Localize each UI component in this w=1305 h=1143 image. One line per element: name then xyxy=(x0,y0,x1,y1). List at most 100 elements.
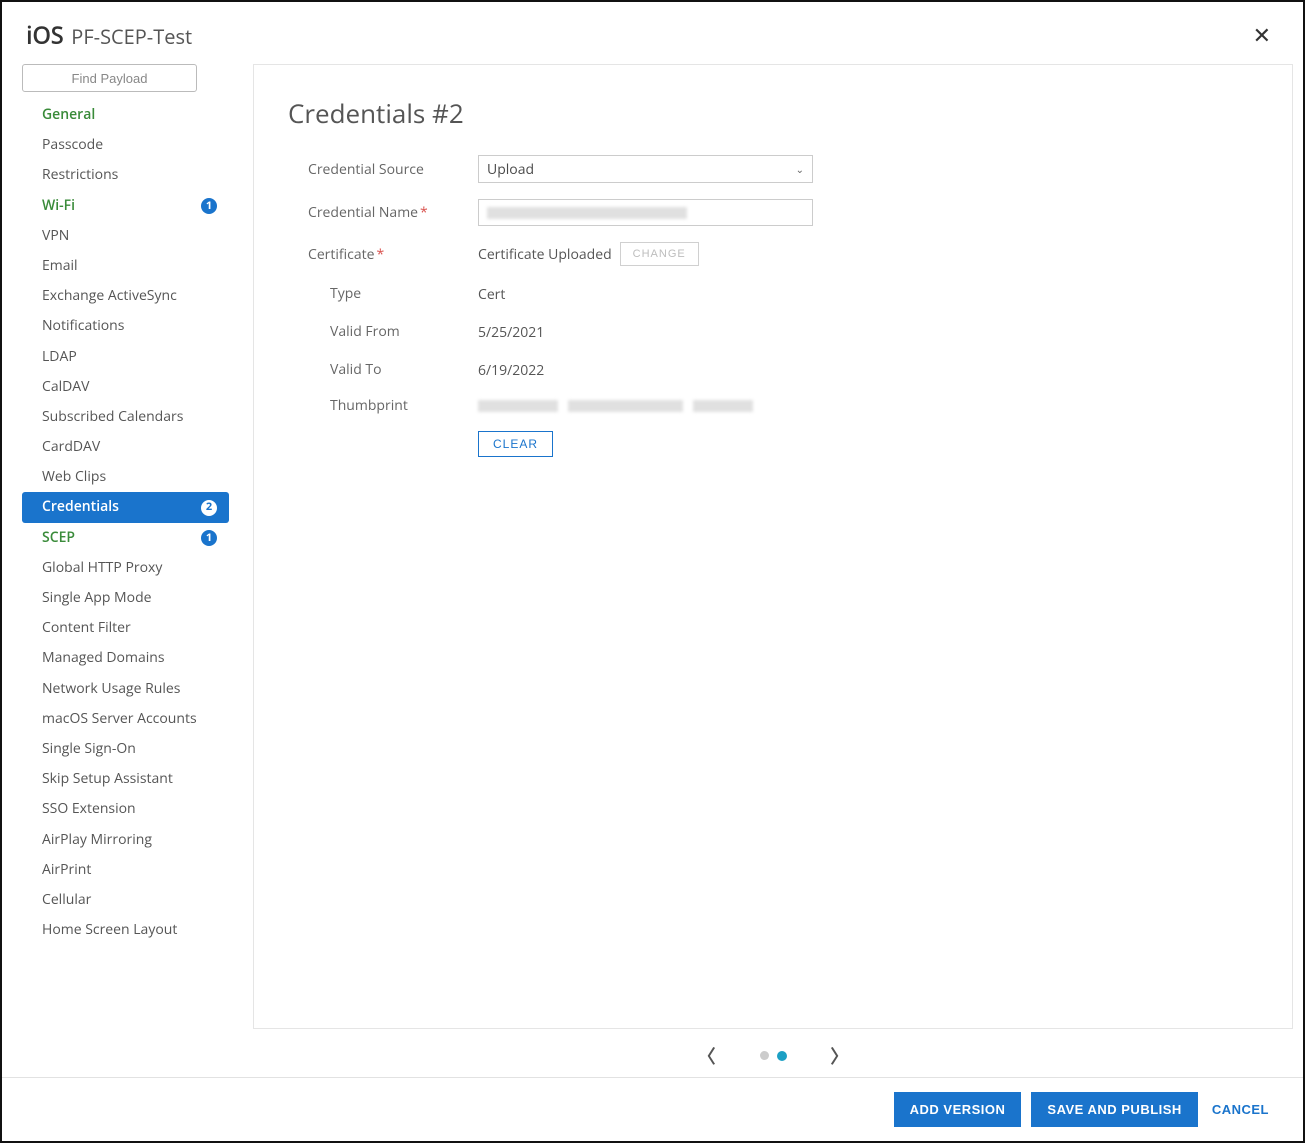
label-credential-name: Credential Name* xyxy=(288,203,478,222)
credential-source-select[interactable]: Upload ⌄ xyxy=(478,155,813,183)
sidebar-item-cellular[interactable]: Cellular xyxy=(22,885,229,915)
profile-editor-modal: iOS PF-SCEP-Test ✕ General Passcode Restri… xyxy=(0,0,1305,1143)
pager-dot[interactable] xyxy=(777,1051,787,1061)
sidebar-item-label: General xyxy=(42,106,95,124)
search-input[interactable] xyxy=(22,64,197,92)
sidebar-item-label: Wi-Fi xyxy=(42,197,75,215)
pager-dot[interactable] xyxy=(760,1051,769,1060)
sidebar-item-sso-extension[interactable]: SSO Extension xyxy=(22,794,229,824)
label-credential-source: Credential Source xyxy=(288,160,478,179)
sidebar-item-label: Notifications xyxy=(42,317,124,335)
sidebar-item-single-sign-on[interactable]: Single Sign-On xyxy=(22,734,229,764)
sidebar-item-label: Exchange ActiveSync xyxy=(42,287,177,305)
sidebar-item-label: SCEP xyxy=(42,529,75,547)
sidebar-item-label: CardDAV xyxy=(42,438,100,456)
add-version-button[interactable]: ADD VERSION xyxy=(894,1092,1022,1127)
sidebar-item-label: Cellular xyxy=(42,891,91,909)
sidebar-item-web-clips[interactable]: Web Clips xyxy=(22,462,229,492)
sidebar-item-label: SSO Extension xyxy=(42,800,136,818)
sidebar-item-home-screen-layout[interactable]: Home Screen Layout xyxy=(22,915,229,945)
content-panel: Credentials #2 Credential Source Upload … xyxy=(253,64,1293,1029)
platform-label: iOS xyxy=(26,19,63,52)
sidebar-item-wi-fi[interactable]: Wi-Fi 1 xyxy=(22,191,229,221)
sidebar-item-ldap[interactable]: LDAP xyxy=(22,342,229,372)
sidebar-item-label: AirPlay Mirroring xyxy=(42,831,152,849)
sidebar-item-content-filter[interactable]: Content Filter xyxy=(22,613,229,643)
sidebar-item-managed-domains[interactable]: Managed Domains xyxy=(22,643,229,673)
value-valid-to: 6/19/2022 xyxy=(478,361,544,380)
close-icon[interactable]: ✕ xyxy=(1245,16,1279,54)
sidebar-item-label: Single Sign-On xyxy=(42,740,136,758)
sidebar-item-airprint[interactable]: AirPrint xyxy=(22,855,229,885)
panel-title: Credentials #2 xyxy=(288,95,1258,131)
count-badge: 1 xyxy=(201,530,217,546)
sidebar-item-caldav[interactable]: CalDAV xyxy=(22,372,229,402)
sidebar-item-label: Content Filter xyxy=(42,619,131,637)
sidebar-item-label: Subscribed Calendars xyxy=(42,408,183,426)
pager: 〈 〉 xyxy=(253,1029,1293,1077)
save-and-publish-button[interactable]: SAVE AND PUBLISH xyxy=(1031,1092,1197,1127)
pager-next-icon[interactable]: 〉 xyxy=(827,1039,853,1073)
label-valid-from: Valid From xyxy=(288,322,478,341)
sidebar-item-label: Web Clips xyxy=(42,468,106,486)
credential-source-value: Upload xyxy=(487,160,534,179)
change-certificate-button[interactable]: CHANGE xyxy=(620,242,699,266)
modal-header: iOS PF-SCEP-Test ✕ xyxy=(2,2,1303,64)
payload-list[interactable]: General Passcode Restrictions Wi-Fi 1 VPN Emai… xyxy=(22,100,237,1077)
sidebar-item-passcode[interactable]: Passcode xyxy=(22,130,229,160)
pager-dots xyxy=(760,1051,787,1061)
credential-name-input[interactable] xyxy=(478,199,813,226)
sidebar-item-airplay-mirroring[interactable]: AirPlay Mirroring xyxy=(22,825,229,855)
sidebar-item-label: Email xyxy=(42,257,78,275)
redacted-value xyxy=(693,400,753,412)
sidebar-item-notifications[interactable]: Notifications xyxy=(22,311,229,341)
required-marker: * xyxy=(377,245,385,264)
clear-button[interactable]: CLEAR xyxy=(478,431,553,457)
certificate-status: Certificate Uploaded xyxy=(478,245,612,264)
sidebar-item-skip-setup-assistant[interactable]: Skip Setup Assistant xyxy=(22,764,229,794)
payload-sidebar: General Passcode Restrictions Wi-Fi 1 VPN Emai… xyxy=(22,64,237,1077)
sidebar-item-network-usage-rules[interactable]: Network Usage Rules xyxy=(22,674,229,704)
sidebar-item-exchange-activesync[interactable]: Exchange ActiveSync xyxy=(22,281,229,311)
sidebar-item-label: Single App Mode xyxy=(42,589,152,607)
modal-footer: ADD VERSION SAVE AND PUBLISH CANCEL xyxy=(2,1077,1303,1141)
sidebar-item-vpn[interactable]: VPN xyxy=(22,221,229,251)
sidebar-item-label: Global HTTP Proxy xyxy=(42,559,162,577)
sidebar-item-macos-server-accounts[interactable]: macOS Server Accounts xyxy=(22,704,229,734)
modal-body: General Passcode Restrictions Wi-Fi 1 VPN Emai… xyxy=(2,64,1303,1077)
sidebar-item-label: Credentials xyxy=(42,498,119,516)
sidebar-item-label: Network Usage Rules xyxy=(42,680,180,698)
sidebar-item-label: Home Screen Layout xyxy=(42,921,177,939)
chevron-down-icon: ⌄ xyxy=(796,162,804,176)
sidebar-item-label: Managed Domains xyxy=(42,649,165,667)
sidebar-item-credentials[interactable]: Credentials 2 xyxy=(22,492,229,522)
sidebar-item-subscribed-calendars[interactable]: Subscribed Calendars xyxy=(22,402,229,432)
sidebar-item-label: Passcode xyxy=(42,136,103,154)
sidebar-item-carddav[interactable]: CardDAV xyxy=(22,432,229,462)
sidebar-item-label: AirPrint xyxy=(42,861,91,879)
sidebar-item-general[interactable]: General xyxy=(22,100,229,130)
sidebar-item-scep[interactable]: SCEP 1 xyxy=(22,523,229,553)
redacted-value xyxy=(568,400,683,412)
sidebar-item-label: CalDAV xyxy=(42,378,90,396)
sidebar-item-global-http-proxy[interactable]: Global HTTP Proxy xyxy=(22,553,229,583)
sidebar-item-label: Skip Setup Assistant xyxy=(42,770,173,788)
sidebar-item-label: LDAP xyxy=(42,348,77,366)
pager-prev-icon[interactable]: 〈 xyxy=(694,1039,720,1073)
sidebar-item-restrictions[interactable]: Restrictions xyxy=(22,160,229,190)
cancel-button[interactable]: CANCEL xyxy=(1208,1092,1273,1127)
count-badge: 1 xyxy=(201,198,217,214)
sidebar-item-email[interactable]: Email xyxy=(22,251,229,281)
modal-title: iOS PF-SCEP-Test xyxy=(26,19,192,52)
sidebar-item-label: Restrictions xyxy=(42,166,118,184)
label-valid-to: Valid To xyxy=(288,360,478,379)
sidebar-item-label: macOS Server Accounts xyxy=(42,710,197,728)
label-type: Type xyxy=(288,284,478,303)
redacted-value xyxy=(487,207,687,219)
label-certificate: Certificate* xyxy=(288,245,478,264)
profile-name: PF-SCEP-Test xyxy=(71,23,192,50)
sidebar-item-single-app-mode[interactable]: Single App Mode xyxy=(22,583,229,613)
main-area: Credentials #2 Credential Source Upload … xyxy=(237,64,1293,1077)
count-badge: 2 xyxy=(201,500,217,516)
sidebar-item-label: VPN xyxy=(42,227,69,245)
